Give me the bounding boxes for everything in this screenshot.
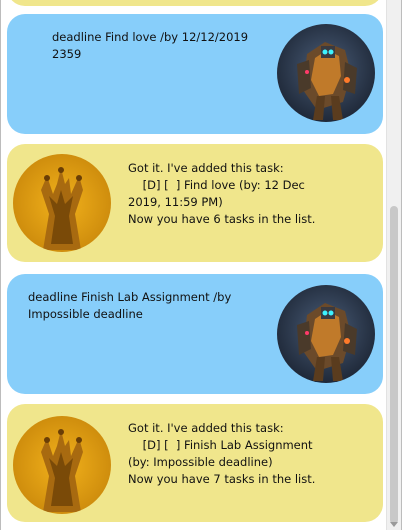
scrollbar-thumb[interactable]	[390, 206, 398, 524]
user-message-text: deadline Find love /by 12/12/2019 2359	[52, 30, 252, 61]
user-message: deadline Find love /by 12/12/2019 2359	[7, 14, 383, 134]
robot-avatar-icon	[277, 285, 375, 383]
scroll-down-arrow-icon[interactable]	[390, 522, 398, 527]
bot-message: Got it. I've added this task: [D] [ ] Fi…	[7, 404, 383, 522]
monster-avatar-icon	[13, 416, 111, 514]
robot-avatar-icon	[277, 24, 375, 122]
bot-message-text: Got it. I've added this task: [D] [ ] Fi…	[128, 421, 316, 486]
chat-window: deadline Find love /by 12/12/2019 2359 G…	[0, 0, 402, 530]
previous-bot-message	[7, 0, 383, 6]
dialog-container: deadline Find love /by 12/12/2019 2359 G…	[1, 0, 387, 530]
vertical-scrollbar[interactable]	[386, 0, 401, 530]
monster-avatar-icon	[13, 154, 111, 252]
bot-message-text: Got it. I've added this task: [D] [ ] Fi…	[128, 161, 316, 226]
bot-message: Got it. I've added this task: [D] [ ] Fi…	[7, 144, 383, 262]
user-message-text: deadline Finish Lab Assignment /by Impos…	[28, 290, 235, 321]
user-message: deadline Finish Lab Assignment /by Impos…	[7, 274, 383, 394]
